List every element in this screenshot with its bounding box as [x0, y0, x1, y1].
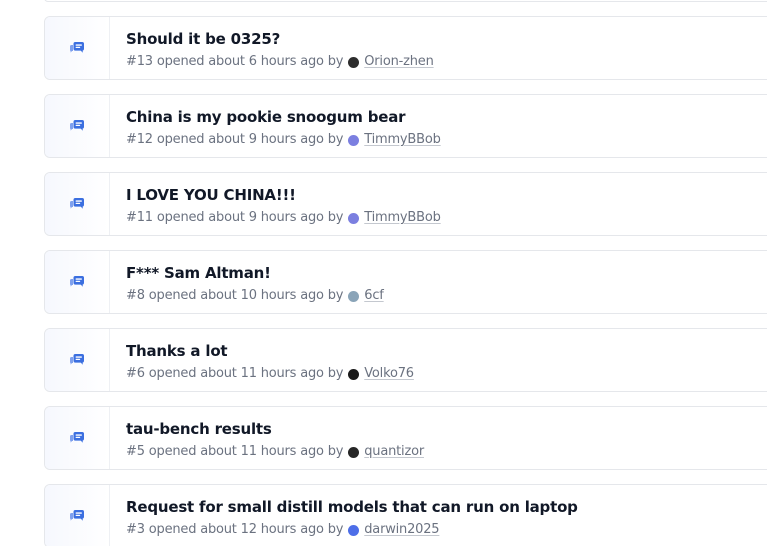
discussion-title[interactable]: I LOVE YOU CHINA!!!	[126, 186, 441, 204]
discussion-content: Thanks a lot #6 opened about 11 hours ag…	[110, 329, 414, 391]
discussion-number: #11	[126, 210, 153, 225]
icon-column	[45, 329, 110, 391]
author-link[interactable]: TimmyBBob	[364, 210, 441, 226]
discussion-bubble-icon	[70, 198, 84, 209]
discussion-title[interactable]: F*** Sam Altman!	[126, 264, 384, 282]
discussion-number: #13	[126, 54, 153, 69]
discussion-title[interactable]: tau-bench results	[126, 420, 424, 438]
discussion-row[interactable]: Request for small distill models that ca…	[44, 484, 767, 546]
icon-column	[45, 251, 110, 313]
discussion-bubble-icon	[70, 432, 84, 443]
discussion-number: #12	[126, 132, 153, 147]
author-avatar[interactable]	[348, 524, 360, 536]
discussion-row[interactable]: tau-bench results #5 opened about 11 hou…	[44, 406, 767, 470]
discussion-bubble-icon	[70, 120, 84, 131]
discussion-opened-text: opened about 9 hours ago by	[156, 132, 344, 147]
discussion-content: tau-bench results #5 opened about 11 hou…	[110, 407, 424, 469]
discussion-meta: #8 opened about 10 hours ago by 6cf	[126, 288, 384, 304]
discussion-number: #3	[126, 522, 145, 537]
discussion-content: China is my pookie snoogum bear #12 open…	[110, 95, 441, 157]
discussion-list: Should it be 0325? #13 opened about 6 ho…	[0, 0, 767, 546]
author-avatar[interactable]	[348, 368, 360, 380]
discussion-title[interactable]: Thanks a lot	[126, 342, 414, 360]
discussion-opened-text: opened about 9 hours ago by	[156, 210, 344, 225]
discussion-row[interactable]: Should it be 0325? #13 opened about 6 ho…	[44, 16, 767, 80]
discussion-content: I LOVE YOU CHINA!!! #11 opened about 9 h…	[110, 173, 441, 235]
discussion-number: #6	[126, 366, 145, 381]
discussion-meta: #5 opened about 11 hours ago by quantizo…	[126, 444, 424, 460]
author-avatar[interactable]	[348, 134, 360, 146]
author-avatar[interactable]	[348, 212, 360, 224]
discussion-bubble-icon	[70, 276, 84, 287]
discussion-content: Request for small distill models that ca…	[110, 485, 578, 546]
discussion-row[interactable]: I LOVE YOU CHINA!!! #11 opened about 9 h…	[44, 172, 767, 236]
discussion-meta: #11 opened about 9 hours ago by TimmyBBo…	[126, 210, 441, 226]
icon-column	[45, 407, 110, 469]
author-link[interactable]: TimmyBBob	[364, 132, 441, 148]
discussion-row[interactable]: F*** Sam Altman! #8 opened about 10 hour…	[44, 250, 767, 314]
author-link[interactable]: darwin2025	[364, 522, 439, 538]
discussion-number: #8	[126, 288, 145, 303]
author-link[interactable]: 6cf	[364, 288, 384, 304]
discussion-row[interactable]: China is my pookie snoogum bear #12 open…	[44, 94, 767, 158]
discussion-content: F*** Sam Altman! #8 opened about 10 hour…	[110, 251, 384, 313]
icon-column	[45, 95, 110, 157]
icon-column	[45, 485, 110, 546]
discussion-bubble-icon	[70, 42, 84, 53]
discussion-bubble-icon	[70, 354, 84, 365]
discussion-meta: #6 opened about 11 hours ago by Volko76	[126, 366, 414, 382]
discussion-content: Should it be 0325? #13 opened about 6 ho…	[110, 17, 434, 79]
discussion-title[interactable]: China is my pookie snoogum bear	[126, 108, 441, 126]
author-link[interactable]: Orion-zhen	[364, 54, 434, 70]
discussion-row[interactable]: Thanks a lot #6 opened about 11 hours ag…	[44, 328, 767, 392]
previous-row-edge	[44, 0, 767, 2]
author-link[interactable]: Volko76	[364, 366, 414, 382]
author-avatar[interactable]	[348, 56, 360, 68]
discussion-opened-text: opened about 12 hours ago by	[148, 522, 344, 537]
discussion-title[interactable]: Request for small distill models that ca…	[126, 498, 578, 516]
discussion-meta: #12 opened about 9 hours ago by TimmyBBo…	[126, 132, 441, 148]
author-avatar[interactable]	[348, 446, 360, 458]
author-avatar[interactable]	[348, 290, 360, 302]
discussion-title[interactable]: Should it be 0325?	[126, 30, 434, 48]
discussion-opened-text: opened about 6 hours ago by	[156, 54, 344, 69]
discussion-meta: #3 opened about 12 hours ago by darwin20…	[126, 522, 578, 538]
discussion-opened-text: opened about 10 hours ago by	[148, 288, 344, 303]
discussion-opened-text: opened about 11 hours ago by	[148, 366, 344, 381]
discussion-number: #5	[126, 444, 145, 459]
icon-column	[45, 173, 110, 235]
discussion-meta: #13 opened about 6 hours ago by Orion-zh…	[126, 54, 434, 70]
discussion-bubble-icon	[70, 510, 84, 521]
author-link[interactable]: quantizor	[364, 444, 424, 460]
discussion-opened-text: opened about 11 hours ago by	[148, 444, 344, 459]
icon-column	[45, 17, 110, 79]
